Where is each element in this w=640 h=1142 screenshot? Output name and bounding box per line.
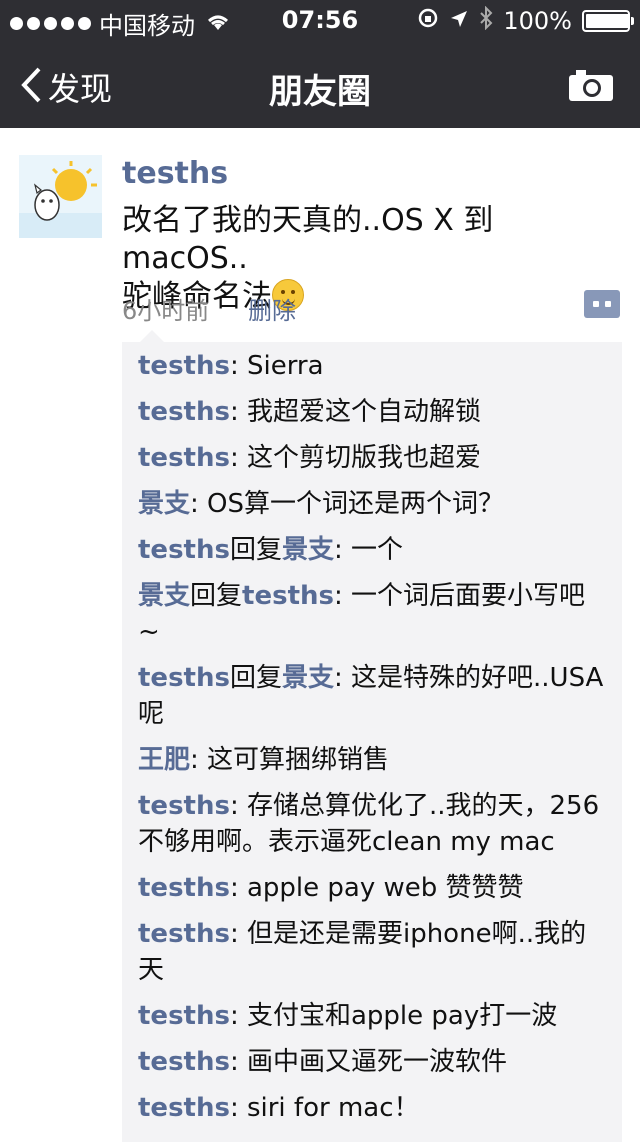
- comment-author[interactable]: tesths: [138, 397, 230, 427]
- comment-item[interactable]: tesths: siri for mac！: [122, 1090, 622, 1126]
- comment-menu-button[interactable]: [584, 290, 620, 318]
- reply-word: 回复: [229, 535, 282, 565]
- comment-text: : 一个: [333, 535, 404, 565]
- comment-text: : OS算一个词还是两个词？: [190, 489, 505, 519]
- comment-item[interactable]: tesths回复景支: 一个: [122, 532, 622, 568]
- comment-author[interactable]: tesths: [138, 791, 230, 821]
- comment-item[interactable]: 景支: OS算一个词还是两个词？: [122, 486, 622, 522]
- comment-item[interactable]: tesths: 这个剪切版我也超爱: [122, 440, 622, 476]
- camera-button[interactable]: [568, 68, 614, 106]
- reply-word: 回复: [190, 581, 243, 611]
- comment-reply-target[interactable]: 景支: [282, 535, 334, 565]
- avatar[interactable]: [19, 155, 102, 238]
- post-text-line: 改名了我的天真的..OS X 到 macOS..: [122, 203, 494, 276]
- comment-author[interactable]: tesths: [138, 1001, 230, 1031]
- location-icon: [449, 7, 469, 35]
- status-bar: 中国移动 07:56 100%: [0, 0, 640, 40]
- comment-author[interactable]: 景支: [138, 489, 190, 519]
- comment-text: : siri for mac！: [229, 1093, 420, 1123]
- comment-item[interactable]: tesths: 我超爱这个自动解锁: [122, 394, 622, 430]
- comment-item[interactable]: tesths回复景支: 这是特殊的好吧..USA呢: [122, 660, 622, 732]
- comment-text: : Sierra: [229, 351, 324, 381]
- comment-item[interactable]: tesths: 画中画又逼死一波软件: [122, 1044, 622, 1080]
- comment-author[interactable]: tesths: [138, 351, 230, 381]
- rotation-lock-icon: [417, 7, 439, 35]
- comment-author[interactable]: 王肥: [138, 745, 190, 775]
- reply-word: 回复: [229, 663, 282, 693]
- comment-author[interactable]: tesths: [138, 919, 230, 949]
- comment-item[interactable]: tesths: apple pay web 赞赞赞: [122, 870, 622, 906]
- delete-link[interactable]: 删除: [248, 291, 296, 326]
- comment-item[interactable]: tesths: 但是还是需要iphone啊..我的天: [122, 916, 622, 988]
- comment-text: : 这个剪切版我也超爱: [229, 443, 481, 473]
- comment-author[interactable]: tesths: [138, 873, 230, 903]
- post-time: 6小时前: [122, 297, 210, 325]
- comment-author[interactable]: tesths: [138, 443, 230, 473]
- nav-bar: 发现 朋友圈: [0, 40, 640, 128]
- comment-author[interactable]: tesths: [138, 1047, 230, 1077]
- camera-icon: [568, 70, 614, 106]
- comment-text: : apple pay web 赞赞赞: [229, 873, 524, 903]
- comment-text: : 支付宝和apple pay打一波: [229, 1001, 558, 1031]
- comment-text: : 这可算捆绑销售: [190, 745, 390, 775]
- page-title: 朋友圈: [269, 72, 371, 112]
- comment-text: : 画中画又逼死一波软件: [229, 1047, 507, 1077]
- post-author[interactable]: tesths: [122, 156, 228, 191]
- comment-author[interactable]: tesths: [138, 663, 230, 693]
- comment-reply-target[interactable]: tesths: [242, 581, 334, 611]
- comment-author[interactable]: tesths: [138, 535, 230, 565]
- comment-list: tesths: Sierra tesths: 我超爱这个自动解锁 tesths: 这…: [122, 330, 622, 1142]
- comment-item[interactable]: tesths: 支付宝和apple pay打一波: [122, 998, 622, 1034]
- comment-reply-target[interactable]: 景支: [282, 663, 334, 693]
- battery-icon: [582, 10, 634, 32]
- comment-item[interactable]: tesths: 存储总算优化了..我的天，256不够用啊。表示逼死clean m…: [122, 788, 622, 860]
- comment-item[interactable]: tesths: Sierra: [122, 342, 622, 384]
- comment-item[interactable]: 王肥: 这可算捆绑销售: [122, 742, 622, 778]
- comment-item[interactable]: 景支回复tesths: 一个词后面要小写吧~: [122, 578, 622, 650]
- battery-percent: 100%: [503, 7, 572, 35]
- comment-text: : 我超爱这个自动解锁: [229, 397, 481, 427]
- comment-author[interactable]: tesths: [138, 1093, 230, 1123]
- bluetooth-icon: [479, 5, 493, 36]
- comment-author[interactable]: 景支: [138, 581, 190, 611]
